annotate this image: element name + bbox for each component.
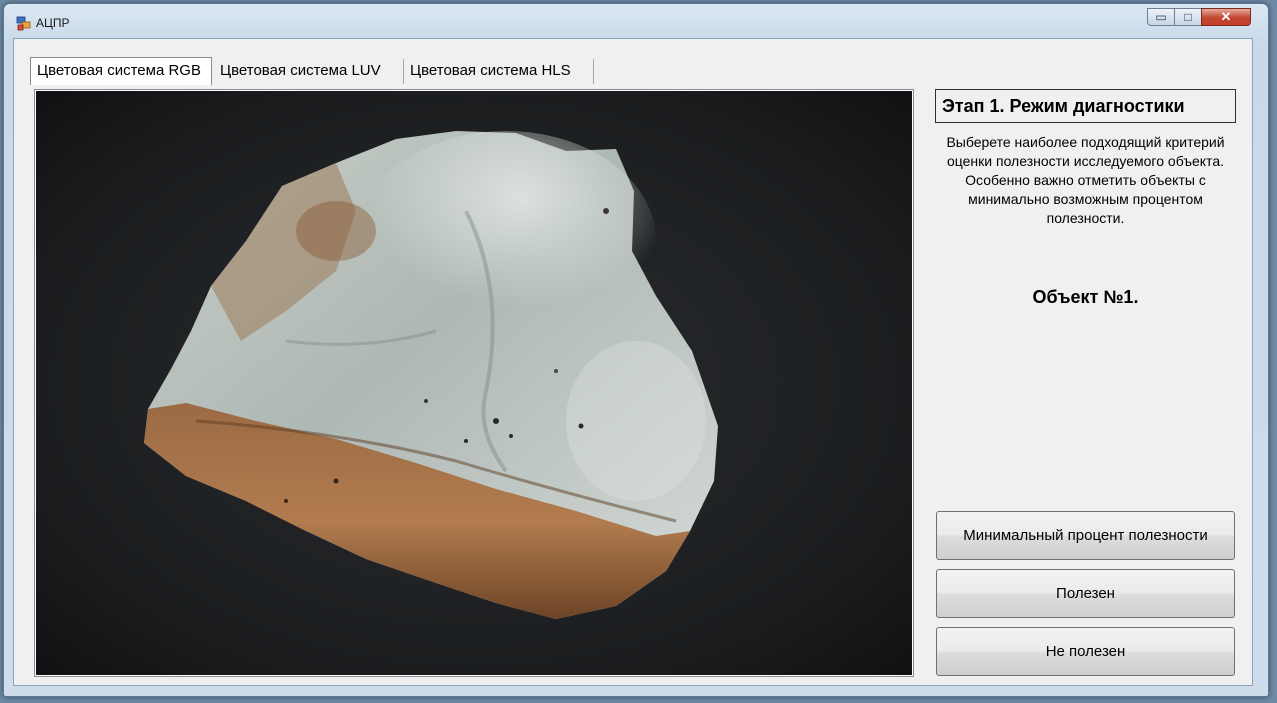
min-percent-button[interactable]: Минимальный процент полезности — [936, 511, 1235, 560]
window-title: АЦПР — [36, 16, 70, 30]
rock-image — [36, 91, 912, 675]
object-label: Объект №1. — [1032, 287, 1139, 307]
app-window: АЦПР ▭ □ ✕ Цветовая система RGB Цветовая… — [3, 3, 1269, 697]
tab-luv[interactable]: Цветовая система LUV — [214, 59, 404, 84]
close-button[interactable]: ✕ — [1201, 8, 1251, 26]
tab-rgb[interactable]: Цветовая система RGB — [30, 57, 212, 85]
client-area: Цветовая система RGB Цветовая система LU… — [13, 38, 1253, 686]
maximize-icon: □ — [1184, 10, 1192, 24]
minimize-button[interactable]: ▭ — [1147, 8, 1174, 26]
title-bar[interactable]: АЦПР ▭ □ ✕ — [4, 4, 1268, 36]
tab-page-rgb — [34, 89, 914, 677]
close-icon: ✕ — [1220, 9, 1232, 24]
app-icon — [16, 16, 31, 31]
tab-hls[interactable]: Цветовая система HLS — [404, 59, 594, 84]
stage-title: Этап 1. Режим диагностики — [935, 89, 1236, 123]
maximize-button[interactable]: □ — [1174, 8, 1201, 26]
not-useful-button[interactable]: Не полезен — [936, 627, 1235, 676]
instructions-text: Выберете наиболее подходящий критерий оц… — [946, 134, 1225, 226]
minimize-icon: ▭ — [1155, 10, 1167, 24]
rock-sample-photo — [36, 91, 912, 675]
useful-button[interactable]: Полезен — [936, 569, 1235, 618]
